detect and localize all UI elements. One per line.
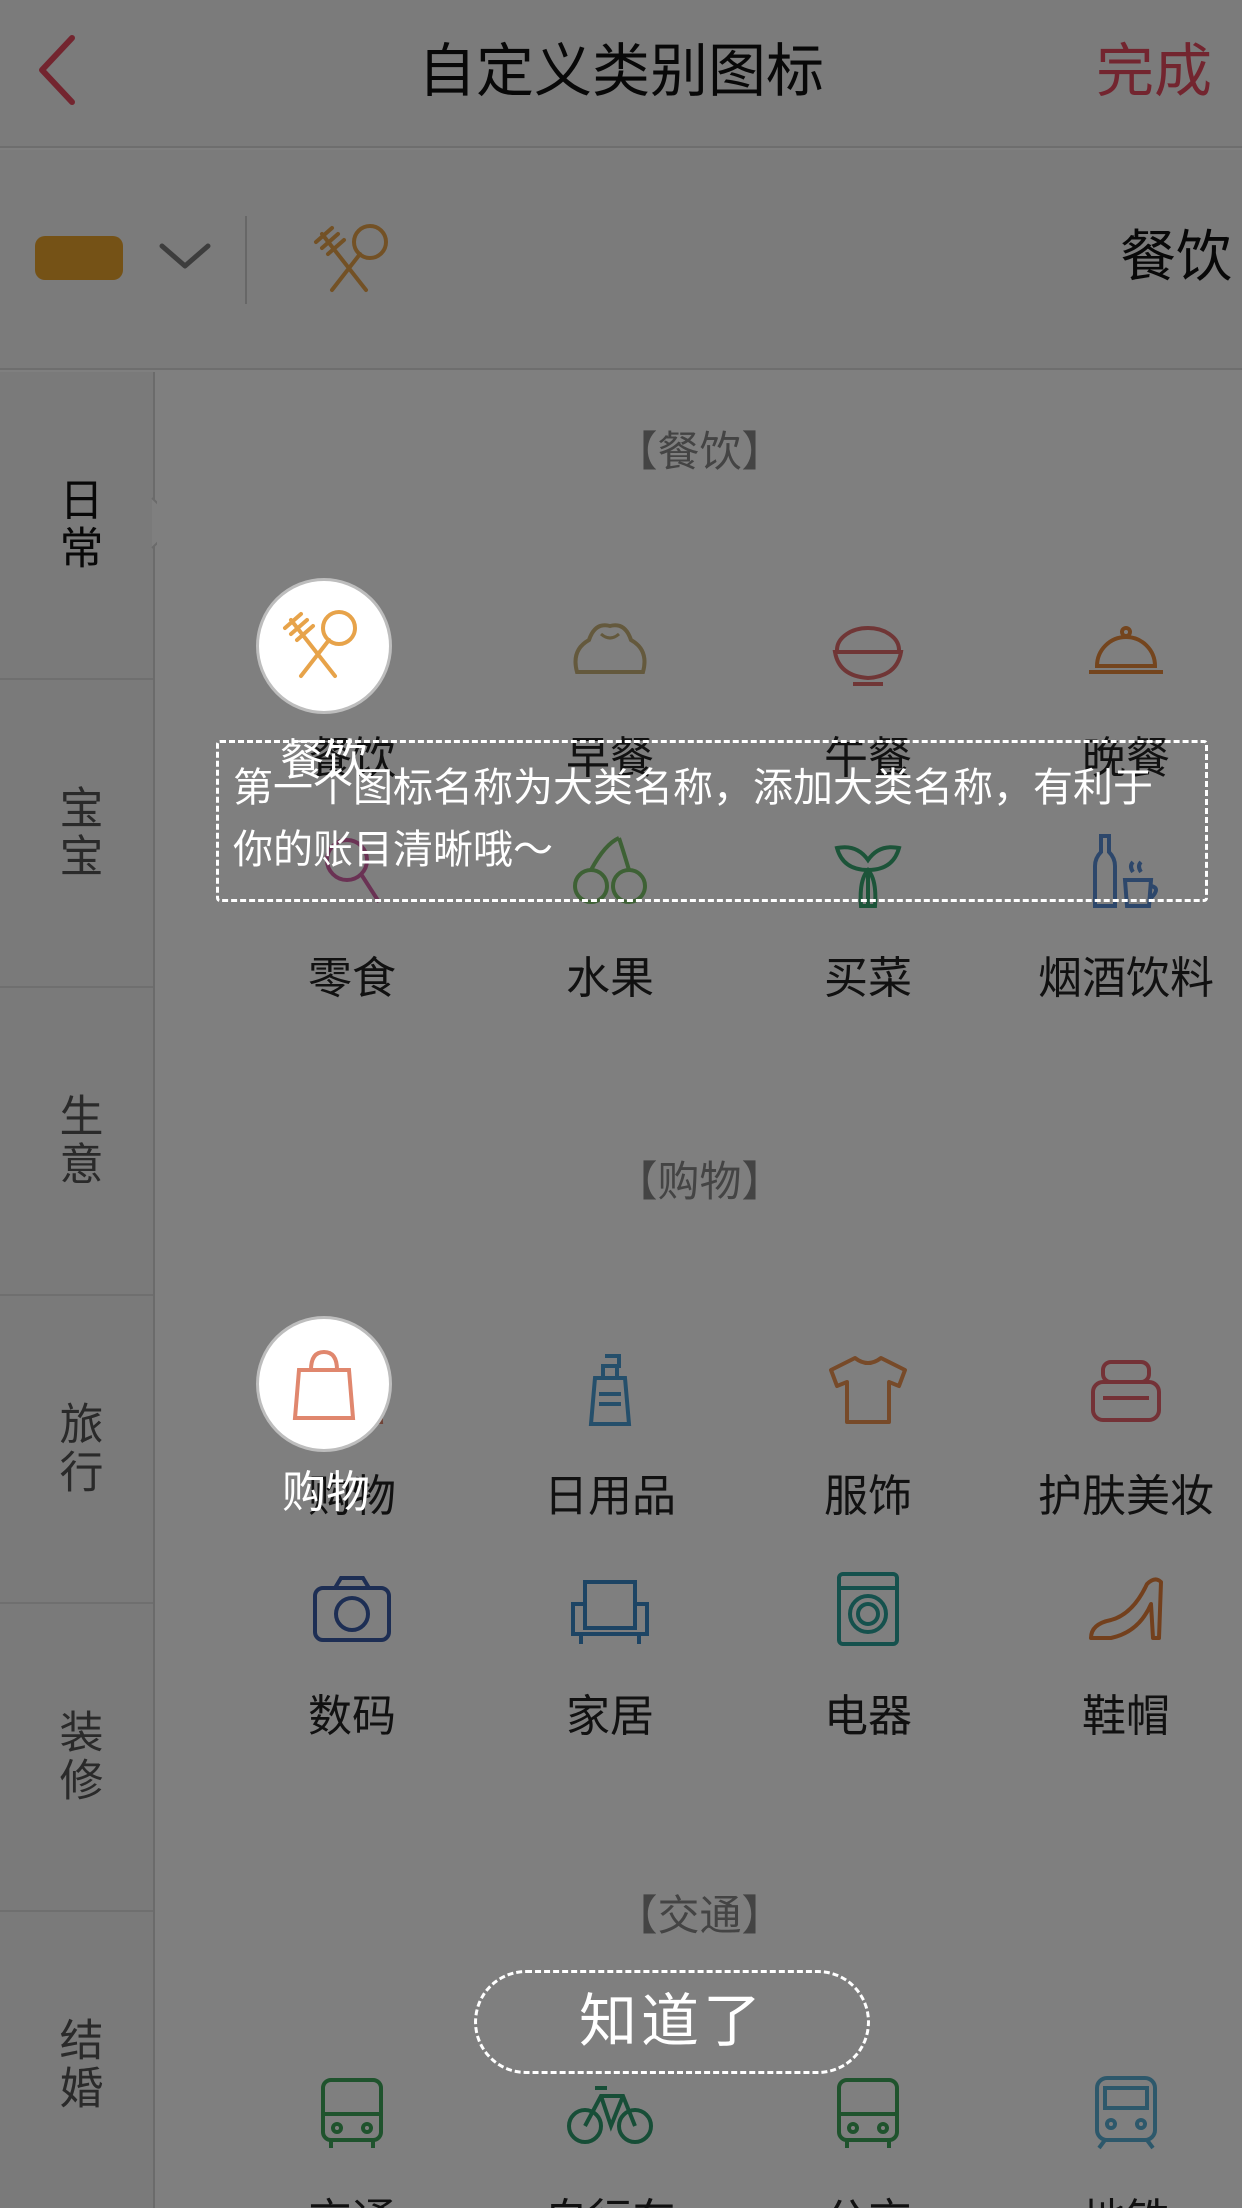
guide-tip: 第一个图标名称为大类名称，添加大类名称，有利于你的账目清晰哦～ [216, 740, 1208, 902]
highlight-dining-icon [256, 578, 392, 714]
got-it-button[interactable]: 知道了 [474, 1970, 870, 2074]
highlight-label: 购物 [282, 1467, 370, 1518]
guide-overlay[interactable] [0, 0, 1242, 2208]
fork-spoon-icon [283, 610, 357, 678]
shopping-bag-icon [292, 1349, 356, 1420]
highlight-shopping-icon [256, 1316, 392, 1452]
